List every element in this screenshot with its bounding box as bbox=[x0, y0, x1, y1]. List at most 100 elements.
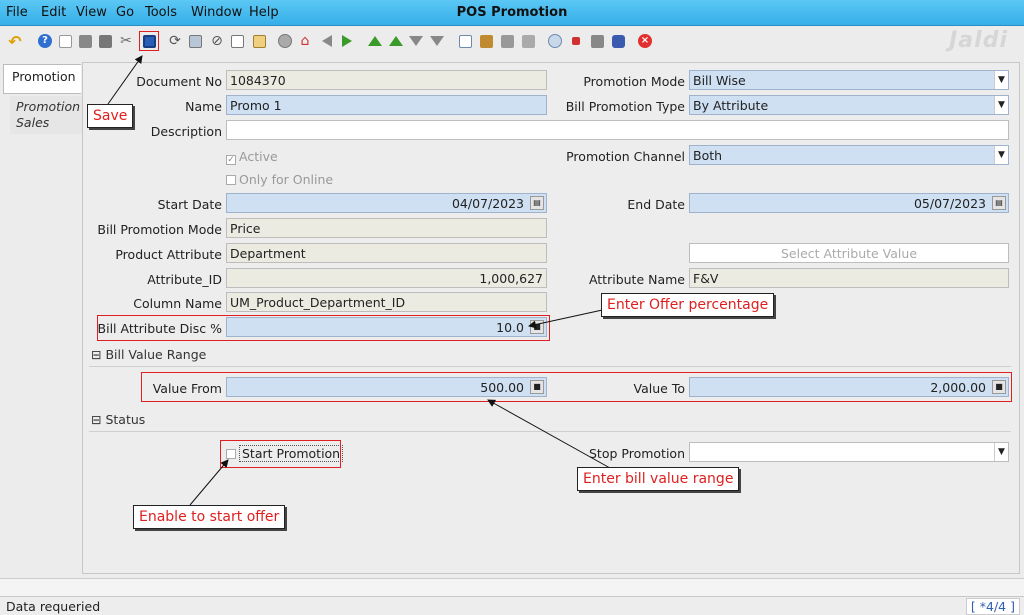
promotion-mode-label: Promotion Mode bbox=[583, 74, 685, 89]
attribute-name-field[interactable]: F&V bbox=[689, 268, 1009, 288]
value-from-value: 500.00 bbox=[480, 380, 524, 395]
start-promotion-check-icon bbox=[226, 449, 236, 459]
tab-promotion-sales[interactable]: Promotion Sales bbox=[10, 96, 82, 134]
document-no-field[interactable]: 1084370 bbox=[226, 70, 547, 90]
menu-file[interactable]: File bbox=[6, 5, 28, 20]
save-icon[interactable] bbox=[139, 31, 159, 51]
home-icon[interactable]: ⌂ bbox=[296, 32, 314, 50]
column-name-label: Column Name bbox=[133, 296, 222, 311]
help-icon[interactable]: ? bbox=[36, 32, 54, 50]
new-icon[interactable] bbox=[56, 32, 74, 50]
detail-icon[interactable] bbox=[407, 32, 425, 50]
menu-edit[interactable]: Edit bbox=[41, 5, 66, 20]
bill-promotion-mode-field[interactable]: Price bbox=[226, 218, 547, 238]
menu-go[interactable]: Go bbox=[116, 5, 134, 20]
start-date-field[interactable]: 04/07/2023 ▤ bbox=[226, 193, 547, 213]
name-label: Name bbox=[185, 99, 222, 114]
promotion-channel-select[interactable]: Both ▼ bbox=[689, 145, 1009, 165]
online-checkbox[interactable]: Only for Online bbox=[226, 172, 333, 187]
previous-icon[interactable] bbox=[318, 32, 336, 50]
toolbar: ↶ ? ✂ ⟳ ⊘ ⌂ × bbox=[0, 26, 1024, 58]
brand-logo: Jaldi bbox=[949, 28, 1008, 53]
workflow-icon[interactable] bbox=[567, 32, 585, 50]
product-attribute-field[interactable]: Department bbox=[226, 243, 547, 263]
left-tab-strip: Promotion Promotion Sales bbox=[0, 58, 82, 578]
chevron-down-icon[interactable]: ▼ bbox=[994, 96, 1008, 114]
calculator-icon[interactable]: ■ bbox=[530, 380, 544, 394]
promotion-mode-select[interactable]: Bill Wise ▼ bbox=[689, 70, 1009, 90]
menu-help[interactable]: Help bbox=[249, 5, 279, 20]
online-label: Only for Online bbox=[239, 172, 334, 187]
start-date-value: 04/07/2023 bbox=[451, 196, 524, 211]
end-date-field[interactable]: 05/07/2023 ▤ bbox=[689, 193, 1009, 213]
product-info-icon[interactable] bbox=[588, 32, 606, 50]
delete-icon[interactable] bbox=[96, 32, 114, 50]
print-icon[interactable] bbox=[498, 32, 516, 50]
name-field[interactable]: Promo 1 bbox=[226, 95, 547, 115]
status-title: Status bbox=[105, 412, 146, 427]
active-check-icon: ✓ bbox=[226, 155, 236, 165]
value-to-field[interactable]: 2,000.00 ■ bbox=[689, 377, 1009, 397]
grid-toggle-icon[interactable] bbox=[276, 32, 294, 50]
calculator-icon[interactable]: ■ bbox=[530, 320, 544, 334]
copy-icon[interactable] bbox=[76, 32, 94, 50]
record-indicator[interactable]: [ *4/4 ] bbox=[965, 598, 1020, 615]
find-icon[interactable] bbox=[186, 32, 204, 50]
print-preview-icon[interactable] bbox=[519, 32, 537, 50]
chevron-down-icon[interactable]: ▼ bbox=[994, 443, 1008, 461]
select-attribute-value-button[interactable]: Select Attribute Value bbox=[689, 243, 1009, 263]
archive-icon[interactable] bbox=[477, 32, 495, 50]
active-checkbox[interactable]: ✓ Active bbox=[226, 149, 278, 165]
bill-value-range-section[interactable]: ⊟ Bill Value Range bbox=[89, 347, 1011, 367]
attribute-id-field[interactable]: 1,000,627 bbox=[226, 268, 547, 288]
report-icon[interactable] bbox=[456, 32, 474, 50]
parent-icon[interactable] bbox=[387, 32, 405, 50]
delete-selection-icon[interactable]: ✂ bbox=[117, 32, 135, 50]
value-from-label: Value From bbox=[152, 381, 222, 396]
bill-attr-disc-field[interactable]: 10.0 ■ bbox=[226, 317, 547, 337]
end-date-value: 05/07/2023 bbox=[913, 196, 986, 211]
calendar-icon[interactable]: ▤ bbox=[530, 196, 544, 210]
menu-window[interactable]: Window bbox=[191, 5, 242, 20]
online-check-icon bbox=[226, 175, 236, 185]
start-promotion-checkbox[interactable]: Start Promotion bbox=[226, 445, 344, 462]
value-to-label: Value To bbox=[633, 381, 685, 396]
active-label: Active bbox=[239, 149, 278, 164]
menu-tools[interactable]: Tools bbox=[145, 5, 177, 20]
chat-icon[interactable] bbox=[228, 32, 246, 50]
history-icon[interactable] bbox=[250, 32, 268, 50]
chevron-down-icon[interactable]: ▼ bbox=[994, 146, 1008, 164]
last-record-icon[interactable] bbox=[428, 32, 446, 50]
close-icon[interactable]: × bbox=[636, 32, 654, 50]
refresh-icon[interactable]: ⟳ bbox=[166, 32, 184, 50]
description-field[interactable] bbox=[226, 120, 1009, 140]
attribute-id-label: Attribute_ID bbox=[147, 272, 222, 287]
value-from-field[interactable]: 500.00 ■ bbox=[226, 377, 547, 397]
product-attribute-label: Product Attribute bbox=[115, 247, 222, 262]
stop-promotion-select[interactable]: ▼ bbox=[689, 442, 1009, 462]
bill-promotion-mode-label: Bill Promotion Mode bbox=[97, 222, 222, 237]
menu-view[interactable]: View bbox=[76, 5, 107, 20]
calculator-icon[interactable]: ■ bbox=[992, 380, 1006, 394]
database-icon[interactable] bbox=[609, 32, 627, 50]
chevron-down-icon[interactable]: ▼ bbox=[994, 71, 1008, 89]
promotion-channel-label: Promotion Channel bbox=[566, 149, 685, 164]
undo-icon[interactable]: ↶ bbox=[6, 32, 24, 51]
bill-attr-disc-value: 10.0 bbox=[496, 320, 524, 335]
callout-start: Enable to start offer bbox=[133, 505, 286, 529]
status-section[interactable]: ⊟ Status bbox=[89, 412, 1011, 432]
callout-save: Save bbox=[87, 104, 134, 128]
bill-promotion-type-select[interactable]: By Attribute ▼ bbox=[689, 95, 1009, 115]
callout-offer: Enter Offer percentage bbox=[601, 293, 775, 317]
attribute-name-label: Attribute Name bbox=[588, 272, 685, 287]
calendar-icon[interactable]: ▤ bbox=[992, 196, 1006, 210]
column-name-field[interactable]: UM_Product_Department_ID bbox=[226, 292, 547, 312]
next-icon[interactable] bbox=[338, 32, 356, 50]
stop-promotion-label: Stop Promotion bbox=[589, 446, 685, 461]
attachment-icon[interactable]: ⊘ bbox=[208, 32, 226, 50]
zoom-across-icon[interactable] bbox=[546, 32, 564, 50]
bill-promotion-type-label: Bill Promotion Type bbox=[565, 99, 685, 114]
first-record-icon[interactable] bbox=[366, 32, 384, 50]
callout-range: Enter bill value range bbox=[577, 467, 740, 491]
tab-promotion[interactable]: Promotion bbox=[3, 64, 81, 94]
